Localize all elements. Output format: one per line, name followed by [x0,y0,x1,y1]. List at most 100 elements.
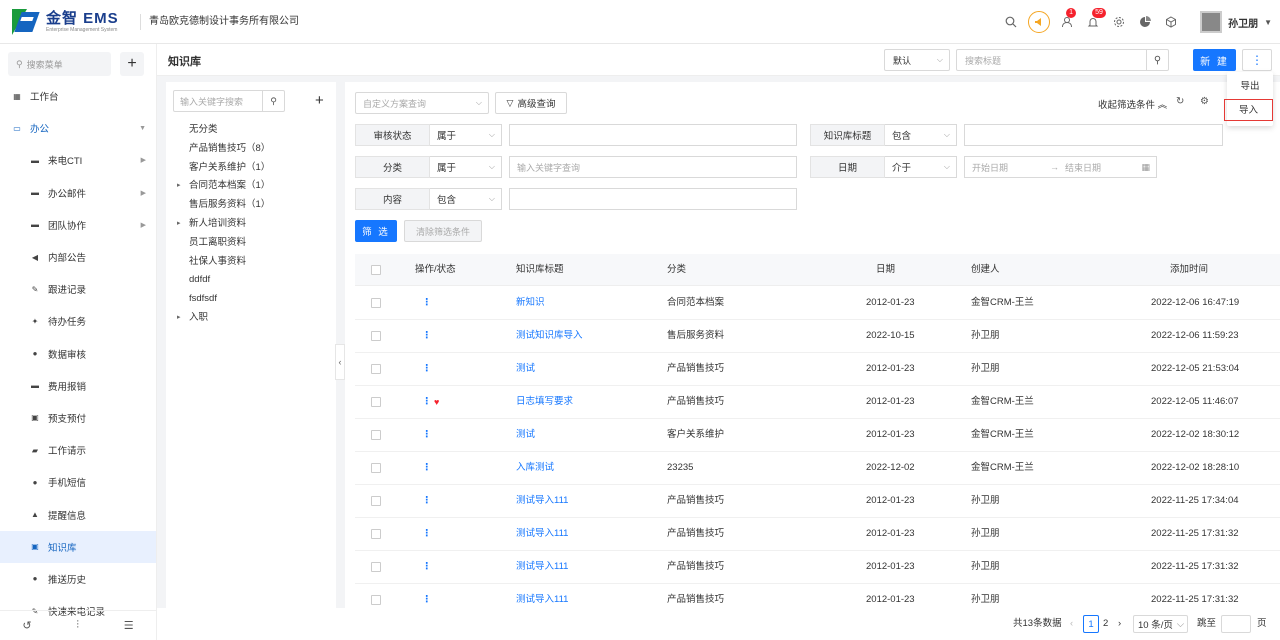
row-actions-icon[interactable]: ⋮ [422,551,432,583]
announcement-horn-icon[interactable] [1028,11,1051,33]
view-select[interactable]: 默认 ⌵ [884,49,950,71]
col-header-category[interactable]: 分类 [667,254,686,286]
col-header-title[interactable]: 知识库标题 [516,254,564,286]
row-title-link[interactable]: 测试导入111 [516,518,568,550]
new-button[interactable]: 新 建 [1193,49,1236,71]
page-size-select[interactable]: 10 条/页 ⌵ [1133,615,1188,633]
settings-gear-icon[interactable] [1106,9,1132,35]
filter-operator-select[interactable]: 包含 ⌵ [430,188,502,210]
row-checkbox[interactable] [371,331,381,341]
tree-node[interactable]: 员工离职资料 [189,234,246,252]
more-menu-button[interactable]: ⋮ [1242,49,1272,71]
search-icon[interactable]: ⚲ [1146,50,1168,70]
sidebar-item-push-history[interactable]: ● 推送历史 [0,563,156,595]
clear-filters-button[interactable]: 清除筛选条件 [404,220,482,242]
filter-value-input[interactable] [509,124,797,146]
sidebar-item-sms[interactable]: ● 手机短信 [0,466,156,498]
user-notice-icon[interactable]: 1 [1054,8,1080,35]
row-actions-icon[interactable]: ⋮ [422,386,432,418]
menu-search-input[interactable]: ⚲ 搜索菜单 [8,52,111,76]
tree-node[interactable]: 客户关系维护（1） [189,159,270,177]
global-search-icon[interactable] [998,9,1024,35]
sidebar-item-audit[interactable]: ● 数据审核 [0,338,156,370]
user-name[interactable]: 孙卫朋 [1228,15,1258,30]
sidebar-item-knowledge[interactable]: ▣ 知识库 [0,530,156,563]
history-icon[interactable]: ↺ [22,619,31,632]
prev-page-icon[interactable]: ‹ [1070,615,1073,633]
user-menu-caret-icon[interactable]: ▼ [1264,18,1272,27]
filter-value-input[interactable] [509,188,797,210]
pie-chart-icon[interactable] [1132,9,1158,35]
row-checkbox[interactable] [371,364,381,374]
tree-node[interactable]: 售后服务资料（1） [189,196,270,214]
row-actions-icon[interactable]: ⋮ [422,452,432,484]
import-menu-item[interactable]: 导入 [1224,99,1273,121]
row-actions-icon[interactable]: ⋮ [422,320,432,352]
export-menu-item[interactable]: 导出 [1227,76,1273,98]
row-title-link[interactable]: 测试 [516,353,535,385]
col-header-added[interactable]: 添加时间 [1170,254,1208,286]
tree-node[interactable]: ▸ 入职 [177,309,208,327]
logo[interactable]: 金智 EMS Enterprise Management System [0,8,140,35]
sidebar-item-cti[interactable]: ▬ 来电CTI ▶ [0,144,156,176]
tree-node[interactable]: ddfdf [189,271,210,289]
avatar[interactable] [1200,11,1223,33]
sidebar-item-expense[interactable]: ▬ 费用报销 [0,370,156,402]
row-title-link[interactable]: 测试导入111 [516,551,568,583]
row-checkbox[interactable] [371,595,381,605]
search-icon[interactable]: ⚲ [262,91,284,111]
sidebar-item-followup[interactable]: ✎ 跟进记录 [0,273,156,305]
sidebar-item-todo[interactable]: ✦ 待办任务 [0,305,156,337]
row-checkbox[interactable] [371,529,381,539]
caret-right-icon[interactable]: ▸ [177,177,181,195]
caret-right-icon[interactable]: ▸ [177,215,181,233]
sliders-icon[interactable]: ⫶ [76,619,79,632]
row-checkbox[interactable] [371,496,381,506]
title-search-input[interactable]: 搜索标题 ⚲ [956,49,1169,71]
tree-node[interactable]: ▸ 合同范本档案（1） [177,177,270,195]
row-title-link[interactable]: 入库测试 [516,452,554,484]
row-checkbox[interactable] [371,298,381,308]
date-range-picker[interactable]: 开始日期 → 结束日期 ▦ [964,156,1157,178]
bell-icon[interactable]: 59 [1080,8,1106,35]
sidebar-item-team[interactable]: ▬ 团队协作 ▶ [0,209,156,241]
row-title-link[interactable]: 日志填写要求 [516,386,573,418]
row-actions-icon[interactable]: ⋮ [422,353,432,385]
row-checkbox[interactable] [371,562,381,572]
sidebar-item-request[interactable]: ▰ 工作请示 [0,434,156,466]
collapse-filters-toggle[interactable]: 收起筛选条件 ︽ [1098,97,1167,111]
filter-value-input[interactable] [964,124,1223,146]
row-actions-icon[interactable]: ⋮ [422,287,432,319]
sidebar-item-dashboard[interactable]: ▦ 工作台 [0,80,156,112]
row-title-link[interactable]: 测试导入111 [516,485,568,517]
add-menu-button[interactable]: + [120,52,144,76]
select-all-checkbox[interactable] [371,265,381,275]
filter-value-input[interactable]: 输入关键字查询 [509,156,797,178]
caret-right-icon[interactable]: ▸ [177,309,181,327]
row-checkbox[interactable] [371,397,381,407]
filter-operator-select[interactable]: 属于 ⌵ [430,156,502,178]
filter-operator-select[interactable]: 属于 ⌵ [430,124,502,146]
row-checkbox[interactable] [371,463,381,473]
row-actions-icon[interactable]: ⋮ [422,419,432,451]
filter-operator-select[interactable]: 包含 ⌵ [885,124,957,146]
collapse-tree-toggle[interactable]: ‹ [335,344,345,380]
sidebar-item-office[interactable]: ▭ 办公 ▼ [0,112,156,144]
page-1[interactable]: 1 [1083,615,1099,633]
row-title-link[interactable]: 测试 [516,419,535,451]
sidebar-item-mail[interactable]: ▬ 办公邮件 ▶ [0,177,156,209]
tree-node[interactable]: ▸ 新人培训资料 [177,215,246,233]
row-checkbox[interactable] [371,430,381,440]
tree-node[interactable]: fsdfsdf [189,290,217,308]
sidebar-item-advance[interactable]: ▣ 预支预付 [0,402,156,434]
jump-page-input[interactable] [1221,615,1251,633]
favorite-heart-icon[interactable]: ♥ [434,386,439,418]
tree-node[interactable]: 社保人事资料 [189,253,246,271]
row-actions-icon[interactable]: ⋮ [422,518,432,550]
tree-search-input[interactable]: 输入关键字搜索 ⚲ [173,90,285,112]
cube-icon[interactable] [1158,9,1184,35]
next-page-icon[interactable]: › [1118,615,1121,633]
tree-node[interactable]: 无分类 [189,121,218,139]
scheme-select[interactable]: 自定义方案查询 ⌵ [355,92,489,114]
filter-button[interactable]: 筛 选 [355,220,397,242]
